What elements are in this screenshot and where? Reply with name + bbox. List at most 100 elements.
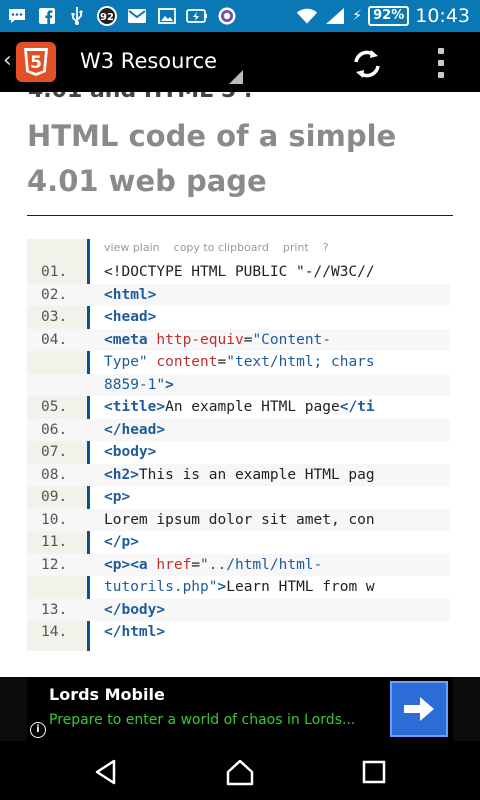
- code-token: This is an example HTML pag: [138, 466, 375, 483]
- html5-logo-icon[interactable]: 5: [16, 42, 56, 82]
- line-number: 03.: [41, 309, 68, 325]
- spinner-indicator-icon[interactable]: [229, 70, 243, 84]
- ad-info-icon[interactable]: i: [30, 722, 46, 738]
- ad-open-button[interactable]: [390, 681, 448, 737]
- code-token: <p><a: [104, 556, 157, 573]
- action-bar: ‹ 5 W3 Resource: [0, 32, 480, 92]
- facebook-icon: [36, 6, 58, 26]
- line-code: <title>An example HTML page</ti: [104, 396, 375, 418]
- code-token: >: [165, 376, 174, 393]
- line-code: <p><a href="../html/html-: [104, 554, 322, 576]
- code-token: </head>: [104, 421, 166, 438]
- recents-button-icon[interactable]: [359, 757, 389, 787]
- code-token: href: [156, 556, 192, 573]
- code-block[interactable]: view plain copy to clipboard print ? 01.…: [27, 239, 450, 651]
- code-token: "../html/html-: [200, 556, 323, 573]
- code-token: =: [217, 354, 227, 370]
- code-token: <body>: [104, 444, 157, 460]
- code-token: 8859-1": [104, 376, 166, 393]
- code-token: =: [191, 556, 201, 573]
- logo-text: 5: [30, 53, 42, 73]
- ad-content[interactable]: Lords Mobile Prepare to enter a world of…: [27, 677, 453, 741]
- code-token: </html>: [104, 624, 166, 640]
- battery-indicator: 92%: [368, 6, 410, 26]
- web-content[interactable]: 4.01 and HTML 5 : HTML code of a simple …: [0, 92, 480, 677]
- line-number: 11.: [41, 534, 68, 550]
- sync-icon: [216, 6, 238, 26]
- page-title: HTML code of a simple 4.01 web page: [27, 119, 397, 198]
- line-code: </body>: [104, 599, 165, 621]
- code-token: </body>: [104, 601, 166, 618]
- code-token: Lorem ipsum dolor sit amet, con: [104, 511, 375, 528]
- print-link[interactable]: print: [283, 241, 309, 254]
- code-token: <title>: [104, 399, 166, 415]
- code-line: 03. <head>: [27, 306, 450, 328]
- code-line: 06. </head>: [27, 418, 450, 441]
- code-line: 14. </html>: [27, 621, 450, 643]
- overflow-menu-icon[interactable]: [436, 48, 446, 78]
- code-line: 01. <!DOCTYPE HTML PUBLIC "-//W3C//: [27, 261, 450, 283]
- chat-icon: [6, 6, 28, 26]
- section-heading: 4.01 and HTML 5 :: [28, 92, 253, 103]
- badge-count: 92: [100, 12, 114, 23]
- refresh-icon[interactable]: [349, 46, 385, 82]
- code-token: "text/html; chars: [226, 354, 375, 370]
- line-code: <meta http-equiv="Content-: [104, 329, 331, 351]
- ad-description[interactable]: Prepare to enter a world of chaos in Lor…: [49, 712, 355, 728]
- code-line: tutorils.php">Learn HTML from w: [27, 576, 450, 598]
- line-number: 09.: [41, 489, 68, 505]
- line-code: <body>: [104, 441, 156, 463]
- code-line: 10. Lorem ipsum dolor sit amet, con: [27, 508, 450, 531]
- line-number: 12.: [41, 556, 68, 573]
- code-line: 8859-1">: [27, 373, 450, 396]
- line-code: Type" content="text/html; chars: [104, 351, 375, 373]
- code-line: 11. </p>: [27, 531, 450, 553]
- line-code: </head>: [104, 419, 165, 441]
- line-code: <p>: [104, 486, 130, 508]
- line-code: 8859-1">: [104, 374, 174, 396]
- code-token: <head>: [104, 309, 157, 325]
- code-token: >: [217, 579, 227, 595]
- code-token: tutorils.php": [104, 579, 218, 595]
- wifi-icon: [296, 6, 318, 26]
- line-code: <head>: [104, 306, 156, 328]
- line-number: 07.: [41, 444, 68, 460]
- line-number: 13.: [41, 601, 68, 618]
- code-line: Type" content="text/html; chars: [27, 351, 450, 373]
- ad-banner[interactable]: Lords Mobile Prepare to enter a world of…: [0, 677, 480, 741]
- code-token: http-equiv: [156, 331, 244, 348]
- system-status: ⚡ 92% 10:43: [296, 3, 470, 29]
- line-code: </html>: [104, 621, 165, 643]
- line-code: </p>: [104, 531, 139, 553]
- image-icon: [156, 6, 178, 26]
- ad-title[interactable]: Lords Mobile: [49, 685, 165, 704]
- code-token: Type": [104, 354, 157, 370]
- home-button-icon[interactable]: [225, 757, 255, 787]
- copy-to-clipboard-link[interactable]: copy to clipboard: [174, 241, 269, 254]
- code-line: 12. <p><a href="../html/html-: [27, 553, 450, 576]
- signal-icon: [324, 6, 346, 26]
- line-code: <!DOCTYPE HTML PUBLIC "-//W3C//: [104, 261, 375, 283]
- line-number: 04.: [41, 331, 68, 348]
- code-token: </ti: [339, 399, 375, 415]
- help-link[interactable]: ?: [323, 241, 329, 254]
- notification-icons: 92: [6, 4, 238, 28]
- line-code: tutorils.php">Learn HTML from w: [104, 576, 375, 598]
- view-plain-link[interactable]: view plain: [104, 241, 160, 254]
- code-line: 09. <p>: [27, 486, 450, 508]
- arrow-right-icon: [404, 697, 434, 721]
- code-token: <h2>: [104, 466, 139, 483]
- code-token: An example HTML page: [165, 399, 340, 415]
- app-title: W3 Resource: [80, 49, 218, 73]
- code-token: <html>: [104, 286, 157, 303]
- battery-saver-icon: [186, 6, 208, 26]
- line-number: 01.: [41, 264, 68, 280]
- back-chevron-icon[interactable]: ‹: [3, 48, 12, 73]
- back-button-icon[interactable]: [92, 757, 122, 787]
- line-number: 06.: [41, 421, 68, 438]
- code-line: 05. <title>An example HTML page</ti: [27, 396, 450, 418]
- line-number: 05.: [41, 399, 68, 415]
- code-token: </p>: [104, 534, 139, 550]
- line-code: Lorem ipsum dolor sit amet, con: [104, 509, 375, 531]
- divider: [27, 215, 453, 216]
